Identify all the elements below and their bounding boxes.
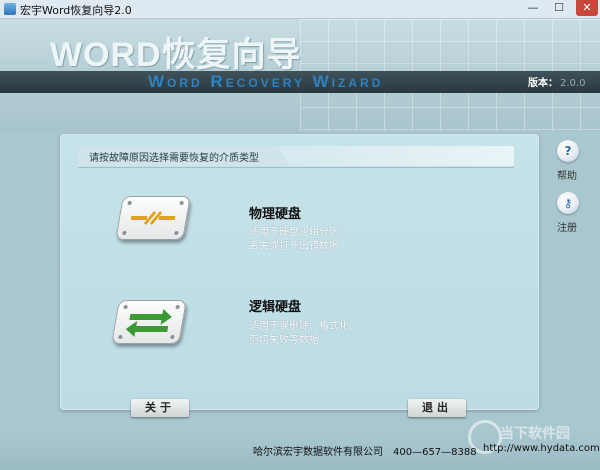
about-button[interactable]: 关于 [131, 399, 189, 417]
logical-disk-icon[interactable] [111, 300, 187, 344]
help-icon: ? [564, 144, 572, 158]
close-button[interactable]: ✕ [576, 0, 598, 16]
physical-disk-title[interactable]: 物理硬盘 [249, 203, 301, 222]
prompt-divider [78, 167, 514, 168]
connector-symbol-icon [130, 211, 176, 225]
version-info: 版本： 2.0.0 [528, 74, 585, 89]
company-info: 哈尔滨宏宇数据软件有限公司 400—657—8388 [253, 447, 477, 458]
app-window: 宏宇Word恢复向导2.0 — ☐ ✕ WORD恢复向导 Word Recove… [0, 0, 600, 470]
physical-disk-desc-line2: 丢失或打开出错数据 [249, 241, 339, 252]
register-button[interactable]: ⚷ [557, 192, 579, 214]
app-icon [4, 3, 16, 15]
exit-button[interactable]: 退出 [408, 399, 466, 417]
logical-disk-title[interactable]: 逻辑硬盘 [249, 296, 301, 315]
help-label[interactable]: 帮助 [557, 167, 577, 182]
prompt-text: 请按故障原因选择需要恢复的介质类型 [89, 153, 259, 164]
website-link[interactable]: http://www.hydata.com [483, 443, 600, 454]
banner-text: Word Recovery Wizard [148, 72, 384, 91]
main-panel [60, 134, 539, 410]
logical-disk-desc-line1: 适用于误删除、格式化、 [249, 321, 359, 332]
register-label[interactable]: 注册 [557, 219, 577, 234]
window-title: 宏宇Word恢复向导2.0 [20, 4, 132, 17]
header: WORD恢复向导 Word Recovery Wizard 版本： 2.0.0 [0, 19, 600, 131]
watermark-text: 当下软件园 [500, 426, 570, 442]
key-icon: ⚷ [563, 196, 573, 210]
minimize-button[interactable]: — [522, 0, 544, 16]
swap-arrows-icon [125, 309, 172, 337]
version-label: 版本： [528, 78, 558, 89]
logical-disk-desc-line2: 剪切失败等数据 [249, 335, 319, 346]
version-value: 2.0.0 [560, 78, 586, 89]
physical-disk-icon[interactable] [115, 196, 191, 240]
title-bar[interactable]: 宏宇Word恢复向导2.0 — ☐ ✕ [0, 0, 600, 19]
brand-title: WORD恢复向导 [50, 36, 302, 74]
physical-disk-desc-line1: 适用于硬盘逻辑分区 [249, 227, 339, 238]
help-button[interactable]: ? [557, 140, 579, 162]
maximize-button[interactable]: ☐ [548, 0, 570, 16]
